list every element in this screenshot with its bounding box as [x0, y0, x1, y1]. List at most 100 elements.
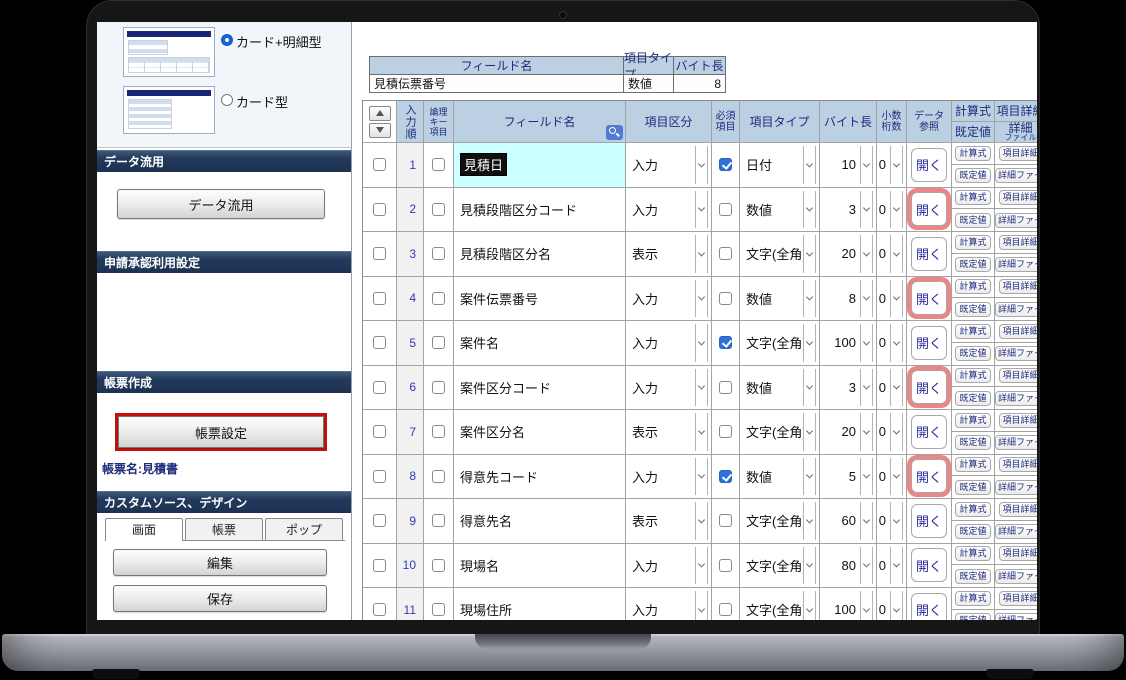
detail-file-button[interactable]: 詳細ファイル [995, 435, 1037, 451]
decimal-digits-select[interactable]: 0 [877, 277, 906, 321]
detail-file-button[interactable]: 詳細ファイル [995, 568, 1037, 584]
logical-key-checkbox[interactable] [432, 291, 445, 305]
chevron-down-icon[interactable] [890, 502, 903, 540]
chevron-down-icon[interactable] [803, 235, 816, 273]
chevron-down-icon[interactable] [695, 591, 708, 620]
chevron-down-icon[interactable] [890, 457, 903, 495]
data-ref-open-button[interactable]: 開く [911, 325, 947, 360]
byte-length-select[interactable]: 80 [820, 544, 876, 588]
chevron-down-icon[interactable] [890, 324, 903, 362]
chevron-down-icon[interactable] [695, 190, 708, 228]
chevron-down-icon[interactable] [695, 368, 708, 406]
row-select-checkbox[interactable] [373, 469, 386, 483]
radio-card-detail[interactable] [221, 34, 233, 46]
chevron-down-icon[interactable] [890, 546, 903, 584]
byte-length-select[interactable]: 5 [820, 455, 876, 499]
field-name-input[interactable]: 得意先コード [460, 467, 538, 486]
item-detail-button[interactable]: 項目詳細 [999, 501, 1037, 517]
calc-formula-button[interactable]: 計算式 [955, 234, 991, 250]
chevron-down-icon[interactable] [695, 235, 708, 273]
chevron-down-icon[interactable] [803, 190, 816, 228]
chevron-down-icon[interactable] [803, 546, 816, 584]
field-name-input[interactable]: 見積段階区分コード [460, 200, 577, 219]
chevron-down-icon[interactable] [695, 279, 708, 317]
chevron-down-icon[interactable] [860, 457, 873, 495]
default-value-button[interactable]: 既定値 [955, 568, 991, 584]
field-name-input[interactable]: 見積日 [460, 153, 508, 177]
row-select-checkbox[interactable] [373, 247, 386, 261]
default-value-button[interactable]: 既定値 [955, 390, 991, 406]
detail-file-button[interactable]: 詳細ファイル [995, 524, 1037, 540]
item-category-select[interactable]: 入力 [626, 455, 711, 499]
save-button[interactable]: 保存 [113, 585, 327, 612]
item-category-select[interactable]: 入力 [626, 277, 711, 321]
data-ref-open-button[interactable]: 開く [911, 503, 947, 538]
item-detail-button[interactable]: 項目詳細 [999, 279, 1037, 295]
required-checkbox[interactable] [719, 380, 732, 394]
chevron-down-icon[interactable] [860, 190, 873, 228]
required-checkbox[interactable] [719, 558, 732, 572]
default-value-button[interactable]: 既定値 [955, 212, 991, 228]
default-value-button[interactable]: 既定値 [955, 257, 991, 273]
byte-length-select[interactable]: 8 [820, 277, 876, 321]
default-value-button[interactable]: 既定値 [955, 613, 991, 620]
required-checkbox[interactable] [719, 514, 732, 528]
chevron-down-icon[interactable] [860, 146, 873, 184]
chevron-down-icon[interactable] [890, 235, 903, 273]
byte-length-select[interactable]: 3 [820, 366, 876, 410]
byte-length-select[interactable]: 100 [820, 588, 876, 620]
chevron-down-icon[interactable] [890, 591, 903, 620]
item-detail-button[interactable]: 項目詳細 [999, 546, 1037, 562]
item-category-select[interactable]: 入力 [626, 188, 711, 232]
tab-report[interactable]: 帳票 [185, 518, 263, 540]
byte-length-select[interactable]: 3 [820, 188, 876, 232]
logical-key-checkbox[interactable] [432, 158, 445, 172]
item-detail-button[interactable]: 項目詳細 [999, 368, 1037, 384]
decimal-digits-select[interactable]: 0 [877, 455, 906, 499]
byte-length-select[interactable]: 20 [820, 410, 876, 454]
item-type-select[interactable]: 日付 [740, 143, 819, 187]
detail-file-button[interactable]: 詳細ファイル [995, 479, 1037, 495]
detail-file-button[interactable]: 詳細ファイル [995, 301, 1037, 317]
calc-formula-button[interactable]: 計算式 [955, 368, 991, 384]
data-ref-open-button[interactable]: 開く [911, 459, 947, 494]
chevron-down-icon[interactable] [860, 368, 873, 406]
logical-key-checkbox[interactable] [432, 558, 445, 572]
item-detail-button[interactable]: 項目詳細 [999, 234, 1037, 250]
item-detail-button[interactable]: 項目詳細 [999, 590, 1037, 606]
calc-formula-button[interactable]: 計算式 [955, 145, 991, 161]
required-checkbox[interactable] [719, 469, 732, 483]
item-type-select[interactable]: 文字(全角) [740, 499, 819, 543]
logical-key-checkbox[interactable] [432, 247, 445, 261]
default-value-button[interactable]: 既定値 [955, 479, 991, 495]
item-detail-button[interactable]: 項目詳細 [999, 323, 1037, 339]
decimal-digits-select[interactable]: 0 [877, 188, 906, 232]
row-select-checkbox[interactable] [373, 603, 386, 617]
decimal-digits-select[interactable]: 0 [877, 544, 906, 588]
calc-formula-button[interactable]: 計算式 [955, 279, 991, 295]
chevron-down-icon[interactable] [803, 279, 816, 317]
decimal-digits-select[interactable]: 0 [877, 588, 906, 620]
radio-card[interactable] [221, 94, 233, 106]
row-select-checkbox[interactable] [373, 425, 386, 439]
detail-file-button[interactable]: 詳細ファイル [995, 257, 1037, 273]
report-settings-button[interactable]: 帳票設定 [118, 416, 324, 448]
field-name-input[interactable]: 案件区分名 [460, 422, 525, 441]
logical-key-checkbox[interactable] [432, 514, 445, 528]
field-name-input[interactable]: 現場住所 [460, 600, 512, 619]
search-icon[interactable] [606, 125, 623, 140]
field-name-input[interactable]: 案件名 [460, 333, 499, 352]
tab-screen[interactable]: 画面 [105, 518, 183, 541]
logical-key-checkbox[interactable] [432, 202, 445, 216]
chevron-down-icon[interactable] [695, 546, 708, 584]
required-checkbox[interactable] [719, 291, 732, 305]
byte-length-select[interactable]: 10 [820, 143, 876, 187]
chevron-down-icon[interactable] [695, 324, 708, 362]
item-category-select[interactable]: 入力 [626, 544, 711, 588]
decimal-digits-select[interactable]: 0 [877, 321, 906, 365]
chevron-down-icon[interactable] [695, 413, 708, 451]
chevron-down-icon[interactable] [890, 368, 903, 406]
decimal-digits-select[interactable]: 0 [877, 366, 906, 410]
row-select-checkbox[interactable] [373, 380, 386, 394]
row-select-checkbox[interactable] [373, 336, 386, 350]
